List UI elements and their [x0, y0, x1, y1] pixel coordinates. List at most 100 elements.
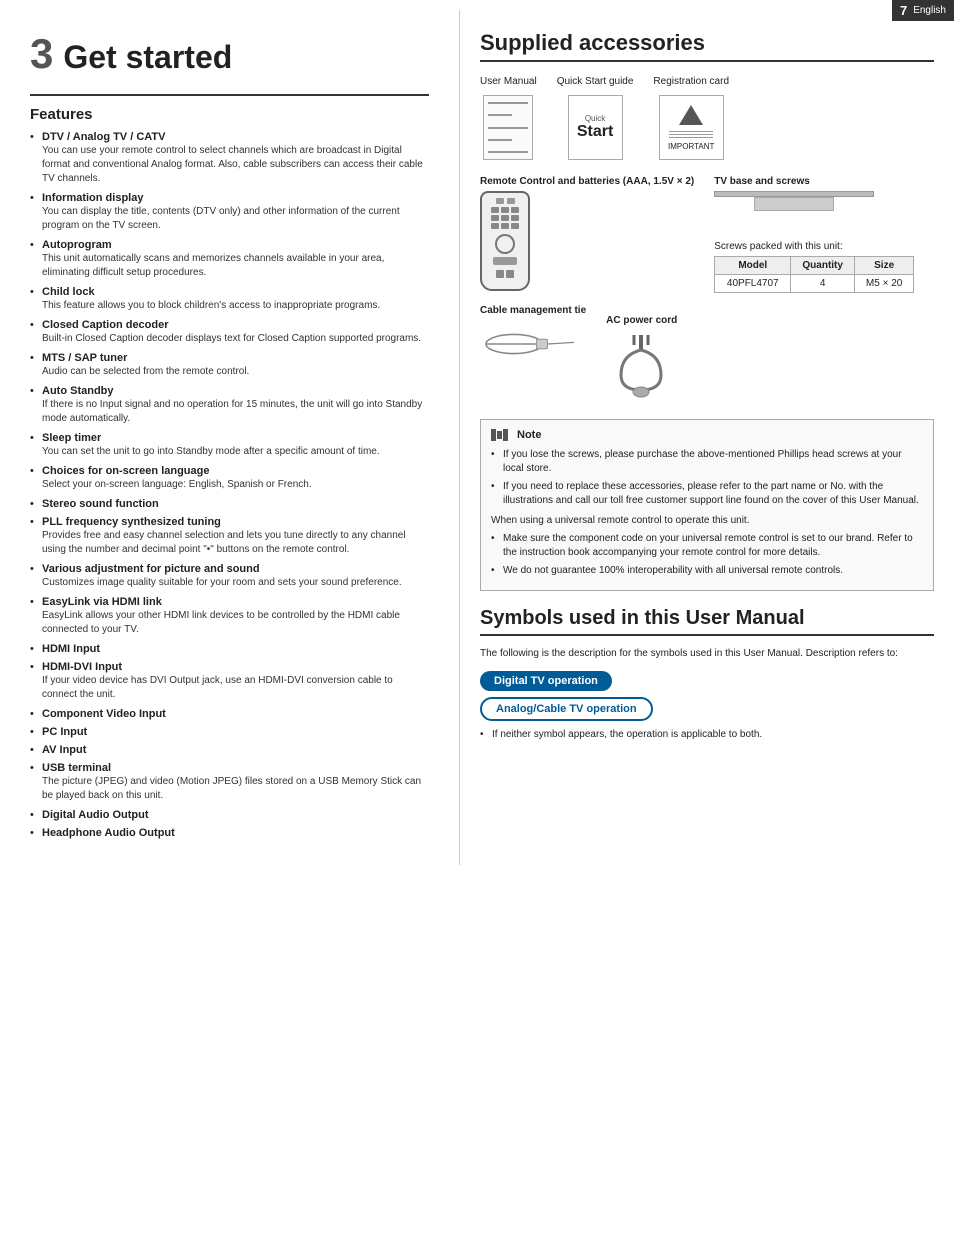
- feature-item: Component Video Input: [30, 708, 429, 720]
- note-title: Note: [517, 429, 541, 441]
- ac-cord-label: AC power cord: [606, 315, 677, 326]
- features-list: DTV / Analog TV / CATVYou can use your r…: [30, 131, 429, 839]
- right-column: Supplied accessories User Manual Quick S…: [460, 10, 954, 865]
- user-manual-label: User Manual: [480, 76, 537, 87]
- accessories-mid-row: Remote Control and batteries (AAA, 1.5V …: [480, 176, 934, 293]
- feature-name: Information display: [42, 192, 429, 204]
- qs-large-label: Start: [577, 123, 613, 141]
- remote-num-5: [501, 215, 509, 221]
- feature-item: Headphone Audio Output: [30, 827, 429, 839]
- feature-item: AV Input: [30, 744, 429, 756]
- remote-num-3: [511, 207, 519, 213]
- screws-col-model: Model: [715, 257, 791, 275]
- feature-name: Various adjustment for picture and sound: [42, 563, 429, 575]
- feature-name: Stereo sound function: [42, 498, 429, 510]
- feature-name: Closed Caption decoder: [42, 319, 429, 331]
- remote-section: Remote Control and batteries (AAA, 1.5V …: [480, 176, 694, 293]
- feature-item: Autoprogram This unit automatically scans…: [30, 239, 429, 280]
- remote-num-4: [491, 215, 499, 221]
- remote-dpad: [493, 257, 517, 265]
- accessory-quickstart: Quick Start guide Quick Start: [557, 76, 634, 160]
- accessory-user-manual: User Manual: [480, 76, 537, 160]
- digital-tv-badge: Digital TV operation: [480, 671, 612, 691]
- feature-desc: Provides free and easy channel selection…: [42, 530, 406, 555]
- regcard-icon: IMPORTANT: [659, 95, 724, 160]
- feature-item: Stereo sound function: [30, 498, 429, 510]
- feature-item: Digital Audio Output: [30, 809, 429, 821]
- feature-desc: The picture (JPEG) and video (Motion JPE…: [42, 776, 421, 801]
- feature-name: Autoprogram: [42, 239, 429, 251]
- regcard-label: Registration card: [653, 76, 729, 87]
- analog-badge: Analog/Cable TV operation: [480, 697, 934, 729]
- digital-badge: Digital TV operation: [480, 671, 934, 697]
- screws-col-quantity: Quantity: [791, 257, 855, 275]
- feature-name: USB terminal: [42, 762, 429, 774]
- screws-packed-label: Screws packed with this unit:: [714, 241, 934, 252]
- note-bar-3: [503, 429, 508, 441]
- feature-item: Sleep timerYou can set the unit to go in…: [30, 432, 429, 459]
- feature-name: PLL frequency synthesized tuning: [42, 516, 429, 528]
- note-sub-bullet-item: We do not guarantee 100% interoperabilit…: [491, 564, 923, 578]
- remote-num-2: [501, 207, 509, 213]
- chapter-title: Get started: [63, 39, 232, 76]
- manual-icon: [483, 95, 533, 160]
- remote-num-9: [511, 223, 519, 229]
- symbols-title: Symbols used in this User Manual: [480, 607, 934, 636]
- screws-cell: M5 × 20: [855, 275, 914, 293]
- reg-line-1: [669, 131, 713, 132]
- cable-tie-label: Cable management tie: [480, 305, 586, 316]
- manual-line-1: [488, 102, 528, 104]
- remote-circle-btn: [495, 234, 515, 254]
- feature-name: PC Input: [42, 726, 429, 738]
- feature-item: Auto StandbyIf there is no Input signal …: [30, 385, 429, 426]
- manual-line-4: [488, 139, 512, 141]
- chapter-heading: 3 Get started: [30, 30, 429, 78]
- remote-btn-a: [496, 198, 504, 204]
- reg-line-2: [669, 134, 713, 135]
- symbol-note: If neither symbol appears, the operation…: [480, 729, 934, 740]
- tvbase-section: TV base and screws Screws packed with th…: [714, 176, 934, 293]
- feature-item: Information displayYou can display the t…: [30, 192, 429, 233]
- screws-cell: 4: [791, 275, 855, 293]
- feature-desc: Audio can be selected from the remote co…: [42, 366, 249, 377]
- remote-num-6: [511, 215, 519, 221]
- feature-name: Child lock: [42, 286, 429, 298]
- feature-item: USB terminal The picture (JPEG) and video…: [30, 762, 429, 803]
- feature-name: Component Video Input: [42, 708, 429, 720]
- reg-triangle-icon: [679, 105, 703, 125]
- regcard-text: IMPORTANT: [668, 142, 714, 151]
- note-sub-bullets: Make sure the component code on your uni…: [491, 532, 923, 578]
- quickstart-icon: Quick Start: [568, 95, 623, 160]
- note-header: Note: [491, 428, 923, 442]
- cable-tie-icon: [480, 320, 580, 360]
- feature-name: HDMI-DVI Input: [42, 661, 429, 673]
- feature-item: EasyLink via HDMI linkEasyLink allows yo…: [30, 596, 429, 637]
- language-label: English: [913, 5, 946, 16]
- feature-item: Various adjustment for picture and sound…: [30, 563, 429, 590]
- feature-item: Choices for on-screen languageSelect you…: [30, 465, 429, 492]
- feature-item: MTS / SAP tunerAudio can be selected fro…: [30, 352, 429, 379]
- reg-lines: [669, 129, 713, 140]
- note-bar-1: [491, 429, 496, 441]
- remote-num-1: [491, 207, 499, 213]
- screws-row: 40PFL47074M5 × 20: [715, 275, 914, 293]
- symbols-section: Symbols used in this User Manual The fol…: [480, 607, 934, 740]
- feature-name: HDMI Input: [42, 643, 429, 655]
- feature-desc: EasyLink allows your other HDMI link dev…: [42, 610, 400, 635]
- ac-cable-section: AC power cord: [606, 315, 677, 403]
- feature-name: AV Input: [42, 744, 429, 756]
- remote-numpad: [491, 207, 519, 229]
- feature-item: Child lockThis feature allows you to blo…: [30, 286, 429, 313]
- feature-item: PLL frequency synthesized tuning Provides…: [30, 516, 429, 557]
- remote-num-8: [501, 223, 509, 229]
- feature-desc: This unit automatically scans and memori…: [42, 253, 384, 278]
- feature-item: DTV / Analog TV / CATVYou can use your r…: [30, 131, 429, 186]
- note-bullets: If you lose the screws, please purchase …: [491, 448, 923, 508]
- remote-icon: [480, 191, 530, 291]
- feature-desc: You can set the unit to go into Standby …: [42, 446, 380, 457]
- cable-tie-section: Cable management tie: [480, 305, 586, 363]
- section-divider: [30, 94, 429, 96]
- accessories-bottom-row: Cable management tie AC power cord: [480, 305, 934, 403]
- feature-desc: Customizes image quality suitable for yo…: [42, 577, 402, 588]
- remote-label: Remote Control and batteries (AAA, 1.5V …: [480, 176, 694, 187]
